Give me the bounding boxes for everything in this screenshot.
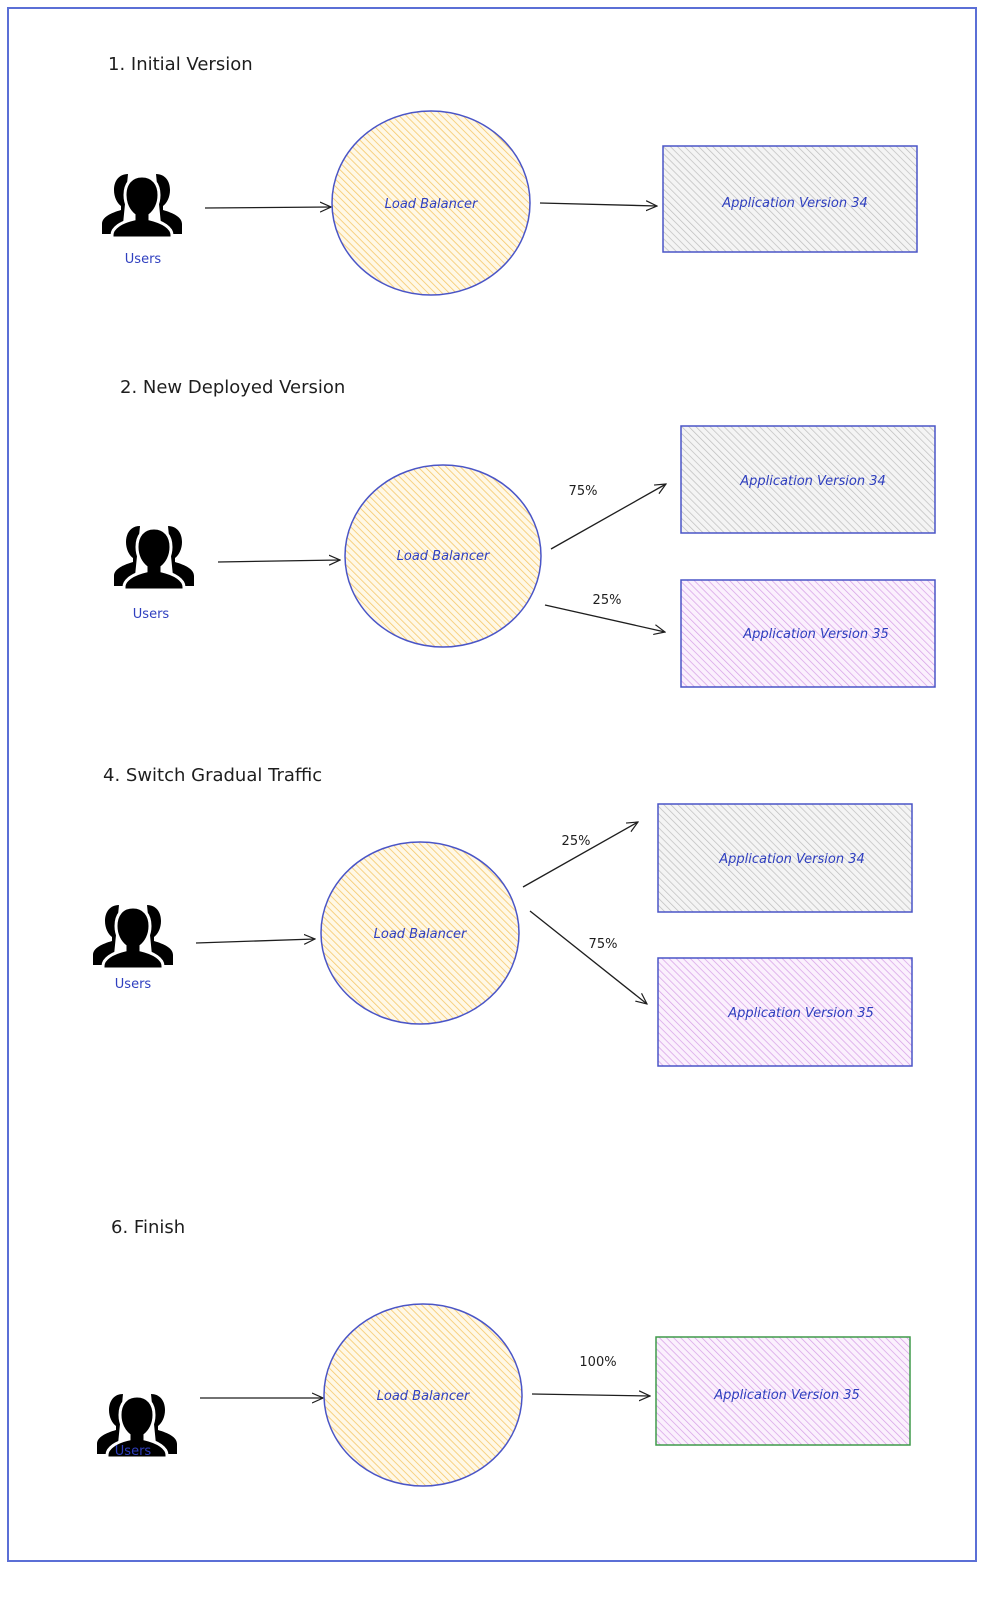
load-balancer-label: Load Balancer [385, 197, 479, 212]
traffic-percent-v35: 25% [593, 593, 622, 608]
section-finish: 6. Finish Users Load Balancer 100% Appli… [95, 1217, 911, 1487]
traffic-percent-v35: 75% [589, 937, 618, 952]
users-label: Users [115, 977, 152, 992]
section-title: 6. Finish [111, 1217, 185, 1238]
traffic-percent-v35: 100% [579, 1355, 616, 1370]
users-label: Users [125, 252, 162, 267]
users-icon [91, 903, 175, 969]
arrow-lb-to-v35 [531, 1394, 650, 1396]
arrow-users-to-lb [217, 560, 340, 562]
app-version-label: Application Version 34 [721, 196, 868, 211]
section-title: 1. Initial Version [108, 54, 253, 75]
app-version-label: Application Version 34 [739, 474, 886, 489]
section-new-deployed-version: 2. New Deployed Version Users Load Balan… [112, 377, 936, 688]
traffic-percent-v34: 25% [562, 834, 591, 849]
arrow-users-to-lb [195, 939, 315, 943]
arrow-lb-to-v34 [539, 203, 657, 206]
traffic-percent-v34: 75% [569, 484, 598, 499]
app-version-label: Application Version 35 [742, 627, 889, 642]
users-label: Users [115, 1444, 152, 1459]
arrow-lb-to-v34 [522, 822, 638, 888]
load-balancer-label: Load Balancer [397, 549, 491, 564]
app-version-label: Application Version 34 [718, 852, 865, 867]
app-version-label: Application Version 35 [727, 1006, 874, 1021]
section-initial-version: 1. Initial Version Users Load Balancer A… [100, 54, 918, 296]
users-label: Users [133, 607, 170, 622]
section-switch-gradual-traffic: 4. Switch Gradual Traffic Users Load Bal… [91, 765, 913, 1067]
diagram-canvas: 1. Initial Version Users Load Balancer A… [7, 7, 977, 1562]
section-title: 4. Switch Gradual Traffic [103, 765, 322, 786]
arrow-lb-to-v35 [529, 910, 647, 1004]
load-balancer-label: Load Balancer [374, 927, 468, 942]
app-version-label: Application Version 35 [713, 1388, 860, 1403]
users-icon [100, 172, 184, 238]
section-title: 2. New Deployed Version [120, 377, 345, 398]
arrow-lb-to-v35 [544, 604, 665, 632]
arrow-users-to-lb [204, 207, 331, 208]
users-icon [112, 524, 196, 590]
load-balancer-label: Load Balancer [377, 1389, 471, 1404]
